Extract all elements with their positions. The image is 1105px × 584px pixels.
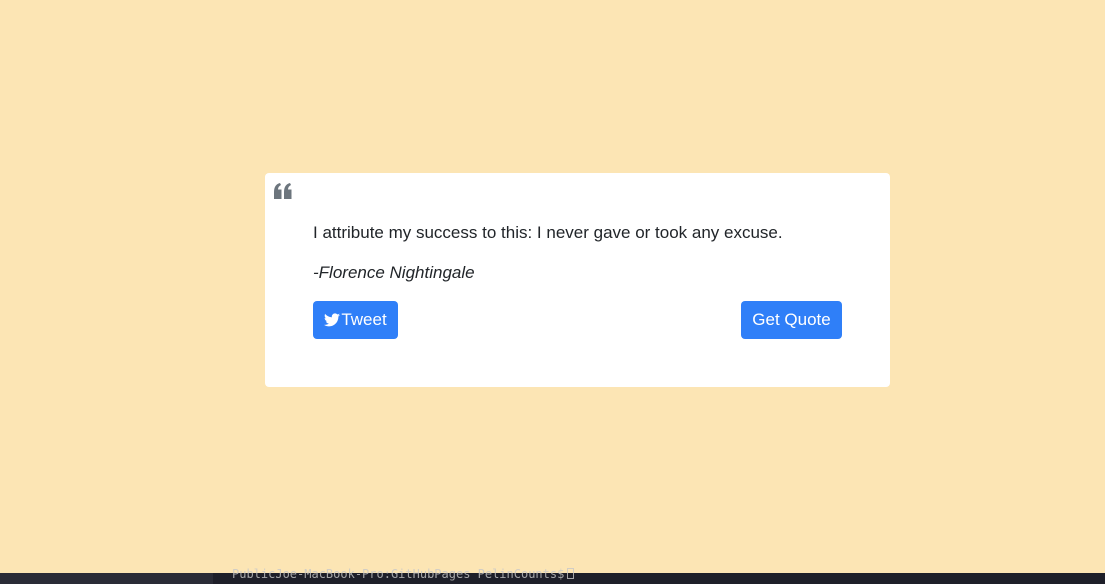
terminal-prompt-text: PublicJoe-MacBook-Pro:GitHubPages PelinC… xyxy=(232,567,565,581)
quote-left-icon xyxy=(274,183,292,199)
terminal-strip: PublicJoe-MacBook-Pro:GitHubPages PelinC… xyxy=(0,567,1105,584)
twitter-icon xyxy=(324,313,341,327)
quote-text: I attribute my success to this: I never … xyxy=(313,223,783,242)
terminal-gutter xyxy=(0,573,213,584)
tweet-button-label: Tweet xyxy=(341,310,387,329)
get-quote-button-label: Get Quote xyxy=(752,310,831,329)
terminal-prompt: PublicJoe-MacBook-Pro:GitHubPages PelinC… xyxy=(232,567,575,581)
get-quote-button[interactable]: Get Quote xyxy=(741,301,842,339)
quote-author: -Florence Nightingale xyxy=(313,263,475,282)
quote-card: I attribute my success to this: I never … xyxy=(265,173,890,387)
tweet-button[interactable]: Tweet xyxy=(313,301,398,339)
cursor-caret xyxy=(567,568,575,579)
